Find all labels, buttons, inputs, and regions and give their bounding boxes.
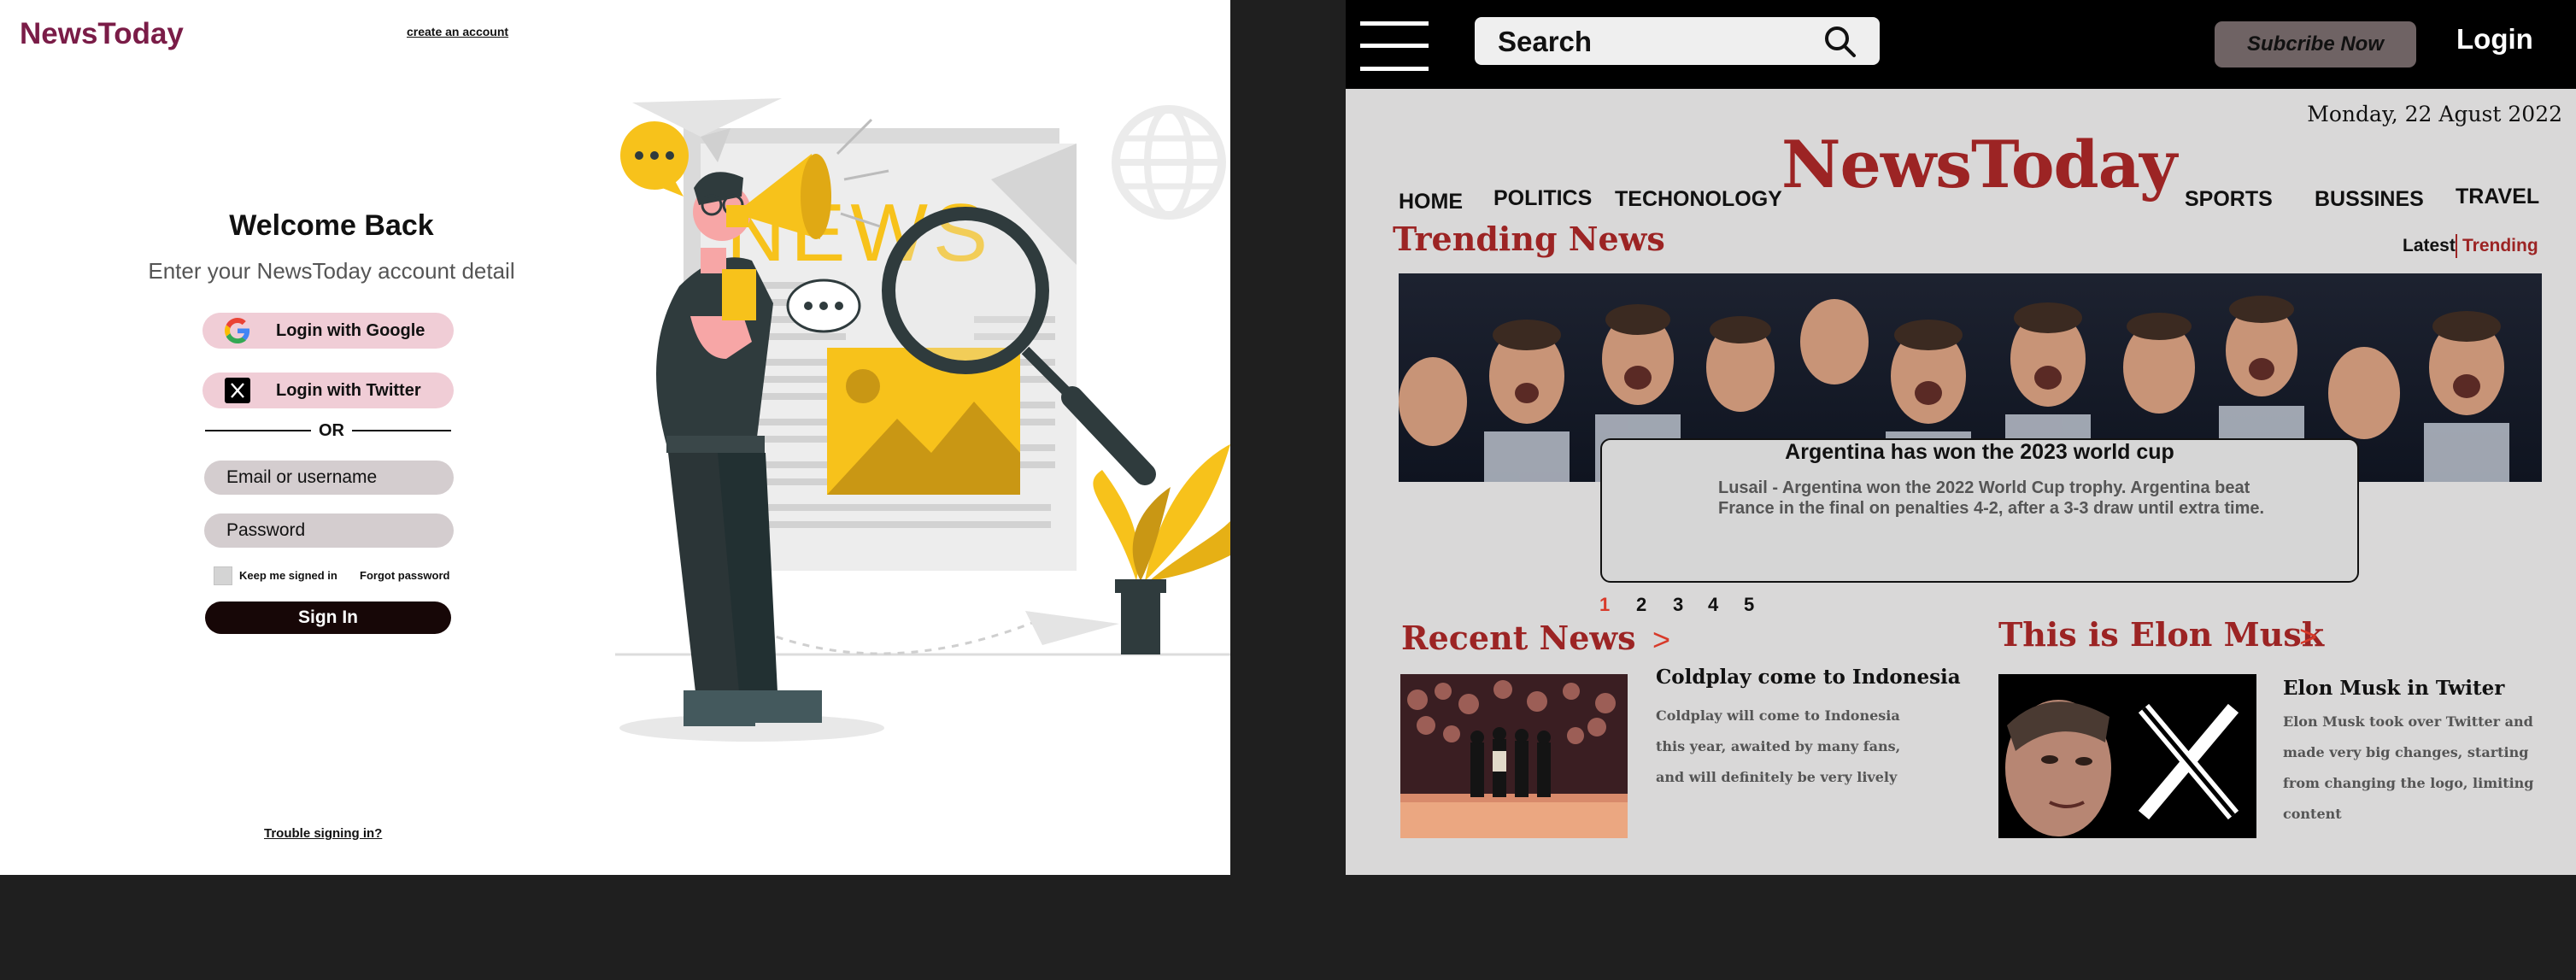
hamburger-menu-icon[interactable]	[1360, 21, 1429, 71]
trending-news-title: Trending News	[1393, 220, 1665, 258]
elon-musk-image[interactable]	[1998, 674, 2256, 838]
x-twitter-icon	[225, 378, 250, 403]
coldplay-concert-image[interactable]	[1400, 674, 1628, 838]
pagination-page-2[interactable]: 2	[1636, 594, 1646, 616]
pagination-page-4[interactable]: 4	[1708, 594, 1718, 616]
featured-news-body: Lusail - Argentina won the 2022 World Cu…	[1718, 478, 2265, 518]
speech-bubble-icon	[620, 121, 689, 197]
pagination-page-5[interactable]: 5	[1744, 594, 1754, 616]
elon-news-headline[interactable]: Elon Musk in Twiter	[2283, 677, 2504, 700]
news-illustration: NEWS	[615, 98, 1230, 742]
google-icon	[225, 318, 250, 343]
nav-item-technology[interactable]: TECHONOLOGY	[1615, 187, 1782, 212]
recent-news-title: Recent News	[1401, 619, 1636, 657]
email-field[interactable]	[204, 461, 454, 495]
nav-item-business[interactable]: BUSSINES	[2315, 187, 2424, 212]
nav-item-politics[interactable]: POLITICS	[1493, 186, 1592, 211]
current-date: Monday, 22 Agust 2022	[2307, 102, 2562, 126]
plant-icon	[1093, 444, 1230, 654]
recent-news-headline[interactable]: Coldplay come to Indonesia	[1656, 666, 1961, 689]
featured-news-title: Argentina has won the 2023 world cup	[1785, 440, 2174, 464]
divider-line-left	[205, 430, 311, 431]
tab-trending[interactable]: Trending	[2462, 236, 2538, 256]
login-subtitle: Enter your NewsToday account detail	[148, 258, 515, 284]
top-bar: Search Subcribe Now Login	[1346, 0, 2576, 89]
forgot-password-link[interactable]: Forgot password	[360, 569, 449, 582]
welcome-title: Welcome Back	[229, 209, 434, 242]
create-account-link[interactable]: create an account	[407, 25, 508, 38]
home-page: Search Subcribe Now Login Monday, 22 Agu…	[1346, 0, 2576, 875]
trouble-signing-in-link[interactable]: Trouble signing in?	[264, 826, 382, 841]
site-brand[interactable]: NewsToday	[1781, 126, 2177, 202]
nav-item-travel[interactable]: TRAVEL	[2456, 185, 2539, 209]
search-placeholder: Search	[1498, 26, 1593, 57]
recent-news-body: Coldplay will come to Indonesia this yea…	[1656, 707, 1901, 785]
site-logo[interactable]: NewsToday	[20, 17, 184, 51]
elon-news-body: Elon Musk took over Twitter and made ver…	[2283, 713, 2534, 822]
password-field[interactable]	[204, 513, 454, 548]
chat-bubble-icon	[786, 279, 861, 333]
subscribe-button[interactable]: Subcribe Now	[2215, 21, 2416, 67]
elon-section-arrow-icon[interactable]: >	[2299, 619, 2317, 654]
pagination-page-3[interactable]: 3	[1673, 594, 1683, 616]
twitter-button-label: Login with Twitter	[276, 381, 421, 400]
sign-in-button[interactable]: Sign In	[205, 601, 451, 634]
globe-icon	[1112, 105, 1226, 220]
tab-latest[interactable]: Latest	[2403, 236, 2456, 256]
featured-news-card[interactable]: Argentina has won the 2023 world cup Lus…	[1600, 438, 2359, 583]
login-with-twitter-button[interactable]: Login with Twitter	[202, 373, 454, 408]
search-input[interactable]: Search	[1475, 17, 1880, 65]
pagination-page-1[interactable]: 1	[1599, 594, 1610, 616]
google-button-label: Login with Google	[276, 321, 425, 340]
login-with-google-button[interactable]: Login with Google	[202, 313, 454, 349]
divider-line-right	[352, 430, 451, 431]
tab-divider	[2456, 234, 2457, 258]
keep-signed-in-label: Keep me signed in	[239, 569, 337, 582]
elon-section-title: This is Elon Musk	[1998, 615, 2325, 654]
login-page: NewsToday create an account Welcome Back…	[0, 0, 1230, 875]
nav-item-sports[interactable]: SPORTS	[2185, 187, 2273, 212]
or-separator: OR	[319, 421, 344, 440]
recent-news-arrow-icon[interactable]: >	[1652, 622, 1670, 658]
nav-item-home[interactable]: HOME	[1399, 190, 1463, 214]
search-icon[interactable]	[1822, 24, 1858, 60]
login-link[interactable]: Login	[2456, 23, 2533, 56]
keep-signed-in-checkbox[interactable]	[214, 566, 232, 585]
